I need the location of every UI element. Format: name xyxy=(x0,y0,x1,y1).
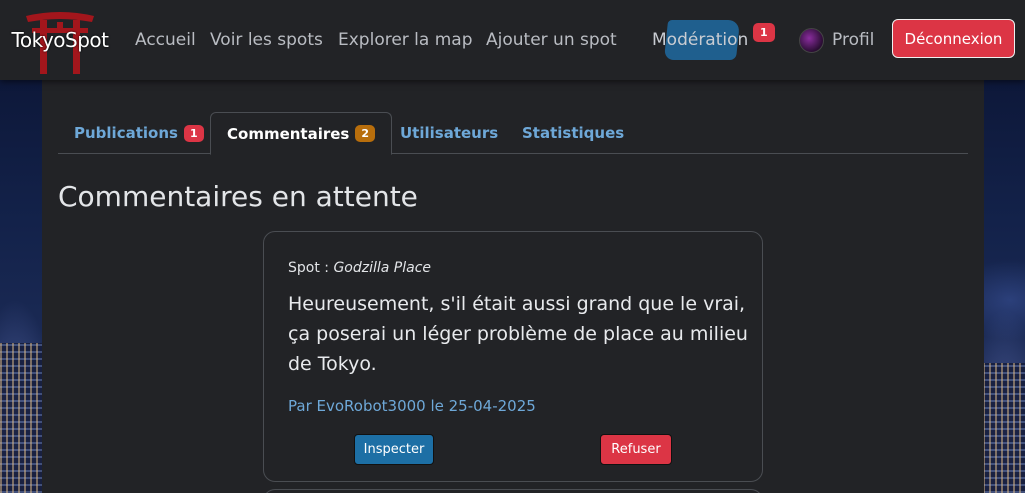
comment-author: Par EvoRobot3000 le 25-04-2025 xyxy=(288,397,536,415)
city-lights-left xyxy=(0,343,42,493)
logout-button[interactable]: Déconnexion xyxy=(892,19,1015,58)
nav-link-accueil[interactable]: Accueil xyxy=(135,30,196,50)
tab-label: Utilisateurs xyxy=(400,124,499,142)
spot-prefix: Spot : xyxy=(288,260,329,276)
tab-badge: 2 xyxy=(355,125,376,142)
nav-link-moderation[interactable]: Modération 1 xyxy=(652,18,782,64)
avatar[interactable] xyxy=(799,28,824,53)
moderation-badge: 1 xyxy=(753,23,775,42)
comment-card: Spot : Godzilla Place Heureusement, s'il… xyxy=(263,231,763,482)
nav-link-profil[interactable]: Profil xyxy=(832,30,874,50)
tab-label: Publications xyxy=(74,124,178,142)
city-lights-right xyxy=(983,363,1025,493)
next-comment-card xyxy=(263,489,763,493)
tab-publications[interactable]: Publications 1 xyxy=(58,112,220,154)
nav-link-explorer-map[interactable]: Explorer la map xyxy=(338,30,473,50)
inspect-button[interactable]: Inspecter xyxy=(354,434,434,465)
tab-utilisateurs[interactable]: Utilisateurs xyxy=(384,112,514,154)
page-title: Commentaires en attente xyxy=(58,180,418,213)
tab-badge: 1 xyxy=(183,124,204,142)
comment-text: Heureusement, s'il était aussi grand que… xyxy=(288,293,748,375)
brand-name: TokyoSpot xyxy=(11,28,109,52)
spot-name: Godzilla Place xyxy=(333,260,432,276)
comment-spot: Spot : Godzilla Place xyxy=(288,260,431,276)
nav-link-ajouter-spot[interactable]: Ajouter un spot xyxy=(486,30,617,50)
moderation-tabs: Publications 1 Commentaires 2 Utilisateu… xyxy=(58,112,968,155)
tab-statistiques[interactable]: Statistiques xyxy=(506,112,640,154)
navbar: TokyoSpot Accueil Voir les spots Explore… xyxy=(0,0,1025,80)
tab-label: Commentaires xyxy=(227,124,350,143)
refuse-button[interactable]: Refuser xyxy=(600,434,672,465)
brand-logo[interactable]: TokyoSpot xyxy=(10,8,110,74)
moderation-panel: Publications 1 Commentaires 2 Utilisateu… xyxy=(42,80,984,493)
moderation-label: Modération xyxy=(652,30,749,50)
tab-label: Statistiques xyxy=(522,124,625,142)
tab-commentaires[interactable]: Commentaires 2 xyxy=(210,112,393,155)
nav-link-voir-spots[interactable]: Voir les spots xyxy=(210,30,323,50)
